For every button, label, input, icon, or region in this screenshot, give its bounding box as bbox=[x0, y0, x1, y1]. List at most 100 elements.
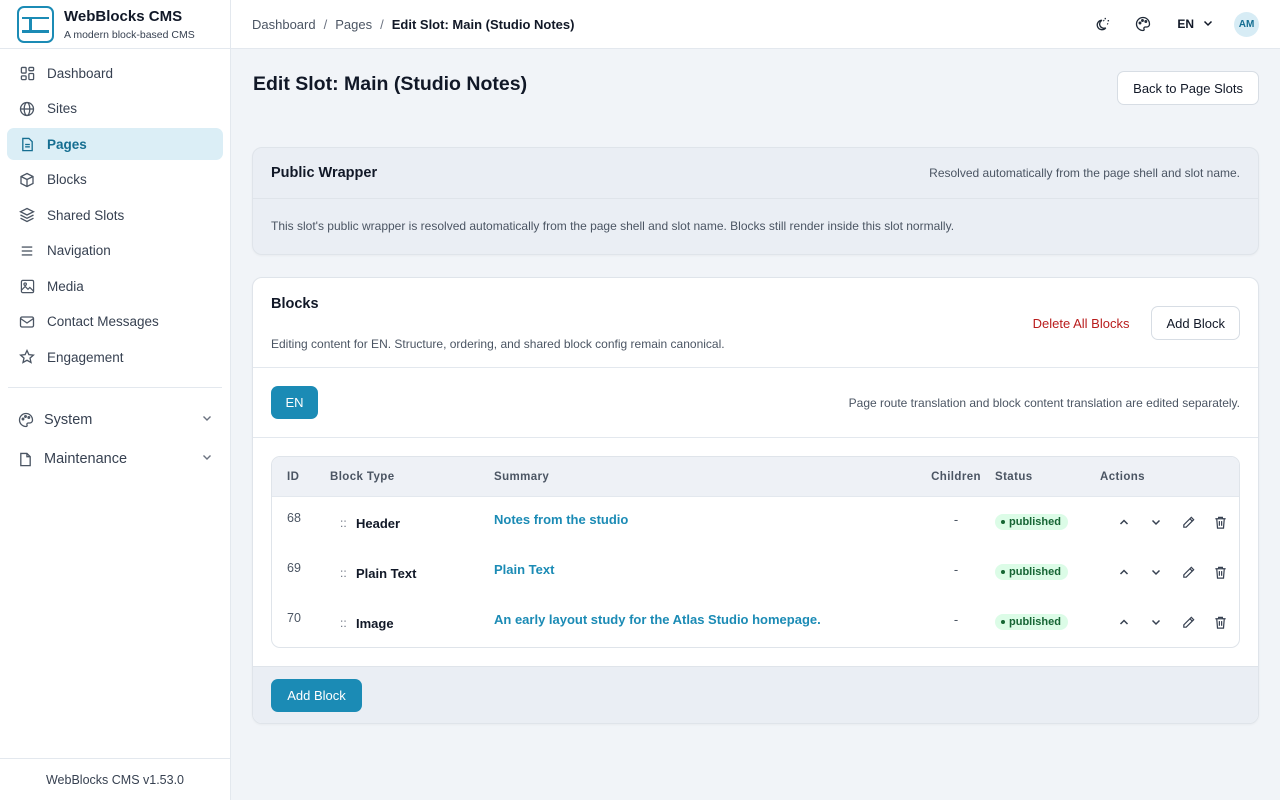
breadcrumb-current: Edit Slot: Main (Studio Notes) bbox=[391, 16, 575, 32]
public-wrapper-card: Public Wrapper Resolved automatically fr… bbox=[252, 147, 1259, 255]
block-id: 68 bbox=[287, 511, 301, 525]
main-content: Edit Slot: Main (Studio Notes) Back to P… bbox=[252, 49, 1259, 724]
public-wrapper-title: Public Wrapper bbox=[271, 165, 378, 181]
sidebar-nav: Dashboard Sites Pages Blocks Shared Slot… bbox=[0, 49, 230, 373]
sidebar-item-dashboard[interactable]: Dashboard bbox=[7, 57, 223, 89]
column-header-summary: Summary bbox=[494, 470, 550, 483]
brand-tagline: A modern block-based CMS bbox=[64, 28, 195, 41]
sidebar-item-navigation[interactable]: Navigation bbox=[7, 235, 223, 267]
delete-icon[interactable] bbox=[1204, 563, 1236, 581]
cube-icon bbox=[19, 172, 35, 188]
edit-icon[interactable] bbox=[1172, 513, 1204, 531]
star-icon bbox=[19, 349, 35, 365]
breadcrumb: Dashboard / Pages / Edit Slot: Main (Stu… bbox=[252, 17, 574, 32]
edit-icon[interactable] bbox=[1172, 613, 1204, 631]
breadcrumb-separator: / bbox=[380, 16, 384, 32]
globe-icon bbox=[19, 101, 35, 117]
sidebar-item-blocks[interactable]: Blocks bbox=[7, 164, 223, 196]
language-selector[interactable]: EN bbox=[1177, 17, 1214, 32]
block-summary-link[interactable]: An early layout study for the Atlas Stud… bbox=[494, 597, 917, 647]
sidebar-item-label: Media bbox=[47, 278, 84, 294]
sidebar-item-contact-messages[interactable]: Contact Messages bbox=[7, 306, 223, 338]
sidebar-item-label: Blocks bbox=[47, 172, 87, 187]
palette-icon[interactable] bbox=[1133, 14, 1153, 34]
sidebar-group-system[interactable]: System bbox=[0, 402, 230, 438]
delete-icon[interactable] bbox=[1204, 513, 1236, 531]
language-tab-en[interactable]: EN bbox=[271, 386, 318, 419]
breadcrumb-dashboard[interactable]: Dashboard bbox=[252, 17, 316, 32]
block-type: Header bbox=[356, 516, 401, 531]
breadcrumb-pages[interactable]: Pages bbox=[335, 17, 372, 32]
sidebar-item-pages[interactable]: Pages bbox=[7, 128, 223, 160]
topbar: Dashboard / Pages / Edit Slot: Main (Stu… bbox=[231, 0, 1280, 49]
block-summary-link[interactable]: Plain Text bbox=[494, 547, 917, 597]
delete-icon[interactable] bbox=[1204, 613, 1236, 631]
block-children: - bbox=[953, 512, 959, 527]
sidebar-item-label: Sites bbox=[47, 101, 78, 116]
move-down-icon[interactable] bbox=[1140, 513, 1172, 531]
sidebar-item-sites[interactable]: Sites bbox=[7, 93, 223, 125]
status-badge: published bbox=[995, 614, 1068, 630]
sidebar-item-label: Contact Messages bbox=[47, 314, 159, 329]
sidebar-item-engagement[interactable]: Engagement bbox=[7, 341, 223, 373]
edit-icon[interactable] bbox=[1172, 563, 1204, 581]
layers-icon bbox=[19, 207, 35, 223]
file-icon bbox=[18, 451, 34, 467]
delete-all-blocks-button[interactable]: Delete All Blocks bbox=[1033, 316, 1130, 331]
page-title: Edit Slot: Main (Studio Notes) bbox=[253, 73, 528, 95]
status-label: published bbox=[1009, 516, 1061, 528]
theme-toggle-icon[interactable] bbox=[1091, 14, 1111, 34]
chevron-down-icon bbox=[1202, 17, 1214, 32]
status-label: published bbox=[1009, 566, 1061, 578]
blocks-table: ID Block Type Summary Children Status Ac… bbox=[271, 456, 1240, 648]
move-up-icon[interactable] bbox=[1108, 513, 1140, 531]
table-header: ID Block Type Summary Children Status Ac… bbox=[272, 457, 1239, 497]
column-header-id: ID bbox=[287, 470, 300, 483]
status-label: published bbox=[1009, 616, 1061, 628]
image-icon bbox=[19, 278, 35, 294]
sidebar-item-shared-slots[interactable]: Shared Slots bbox=[7, 199, 223, 231]
brand[interactable]: WebBlocks CMS A modern block-based CMS bbox=[0, 0, 230, 49]
sidebar-item-label: Dashboard bbox=[47, 65, 114, 81]
block-type: Plain Text bbox=[356, 566, 417, 581]
version-label: WebBlocks CMS v1.53.0 bbox=[0, 758, 230, 800]
drag-handle-icon[interactable]: :: bbox=[330, 616, 356, 647]
drag-handle-icon[interactable]: :: bbox=[330, 566, 356, 597]
move-up-icon[interactable] bbox=[1108, 563, 1140, 581]
back-to-page-slots-button[interactable]: Back to Page Slots bbox=[1117, 71, 1259, 105]
status-badge: published bbox=[995, 564, 1068, 580]
sidebar-group-label: Maintenance bbox=[44, 451, 128, 467]
add-block-footer-button[interactable]: Add Block bbox=[271, 678, 362, 712]
move-up-icon[interactable] bbox=[1108, 613, 1140, 631]
translation-note: Page route translation and block content… bbox=[848, 395, 1240, 410]
table-row: 68 :: Header Notes from the studio - pub… bbox=[272, 497, 1239, 547]
block-id: 69 bbox=[287, 561, 301, 575]
breadcrumb-separator: / bbox=[323, 16, 328, 32]
brand-name: WebBlocks CMS bbox=[64, 7, 183, 25]
sidebar-item-label: Navigation bbox=[47, 243, 111, 258]
menu-icon bbox=[19, 243, 35, 259]
page-icon bbox=[19, 136, 35, 152]
column-header-children: Children bbox=[931, 470, 981, 483]
block-type: Image bbox=[356, 616, 394, 631]
public-wrapper-note: Resolved automatically from the page she… bbox=[929, 166, 1240, 180]
block-children: - bbox=[953, 612, 959, 627]
drag-handle-icon[interactable]: :: bbox=[330, 516, 356, 547]
language-label: EN bbox=[1177, 17, 1194, 31]
sidebar-item-media[interactable]: Media bbox=[7, 270, 223, 302]
sidebar-item-label: Engagement bbox=[47, 349, 124, 365]
block-id: 70 bbox=[287, 611, 301, 625]
move-down-icon[interactable] bbox=[1140, 613, 1172, 631]
sidebar-item-label: Pages bbox=[47, 136, 87, 152]
move-down-icon[interactable] bbox=[1140, 563, 1172, 581]
sidebar-group-maintenance[interactable]: Maintenance bbox=[0, 441, 230, 477]
block-summary-link[interactable]: Notes from the studio bbox=[494, 497, 917, 547]
sidebar: WebBlocks CMS A modern block-based CMS D… bbox=[0, 0, 231, 800]
add-block-button[interactable]: Add Block bbox=[1151, 306, 1240, 340]
column-header-block-type: Block Type bbox=[330, 470, 395, 483]
public-wrapper-description: This slot's public wrapper is resolved a… bbox=[271, 219, 955, 233]
avatar[interactable]: AM bbox=[1234, 11, 1259, 37]
sidebar-item-label: Shared Slots bbox=[47, 207, 125, 223]
table-row: 70 :: Image An early layout study for th… bbox=[272, 597, 1239, 647]
status-badge: published bbox=[995, 514, 1068, 530]
